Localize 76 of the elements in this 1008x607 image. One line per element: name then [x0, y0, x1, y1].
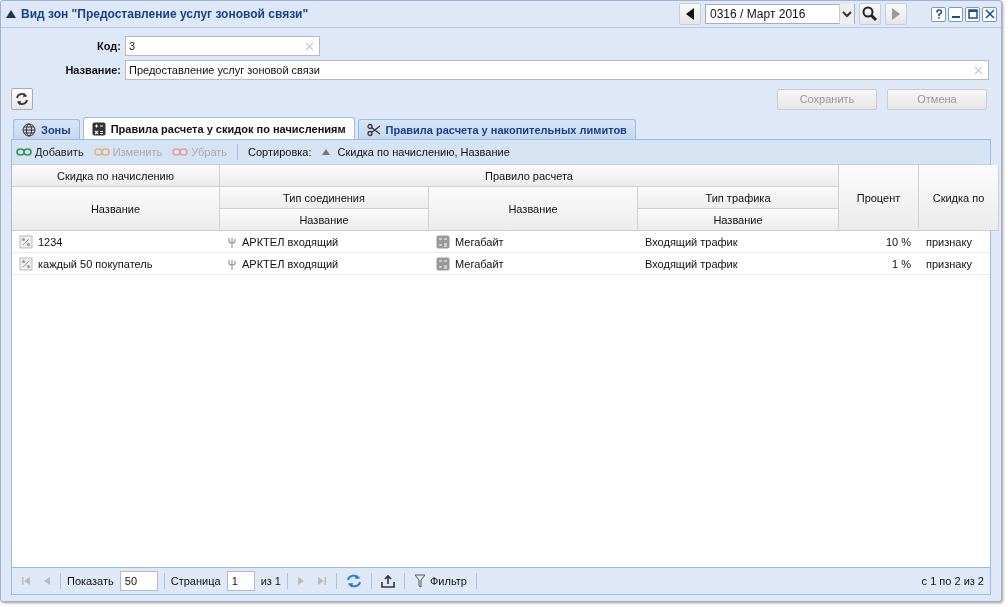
window-title: Вид зон "Предоставление услуг зоновой связи": [21, 7, 309, 21]
table-cell: каждый 50 покупатель: [12, 253, 220, 274]
column-header[interactable]: Название: [220, 209, 429, 231]
filter-icon: [414, 574, 426, 588]
filter-button[interactable]: Фильтр: [411, 571, 470, 591]
table-cell: 1234: [12, 231, 220, 252]
tab[interactable]: Правила расчета у скидок по начислениям: [82, 117, 355, 139]
globe-icon: [22, 122, 36, 137]
page-size-field[interactable]: 50: [119, 571, 158, 591]
record-count: с 1 по 2 из 2: [921, 575, 984, 587]
column-header[interactable]: Скидка по начислению: [12, 165, 220, 187]
table-cell-text: признаку: [925, 234, 973, 250]
maximize-button[interactable]: [965, 6, 980, 22]
sort-ascending-icon: [321, 149, 330, 155]
help-icon: [933, 9, 944, 19]
left-triangle-icon: [43, 576, 51, 586]
right-triangle-icon: [297, 576, 305, 586]
table-cell: АРКТЕЛ входящий: [220, 253, 429, 274]
link-icon: [172, 148, 189, 156]
name-label: Название:: [64, 64, 122, 76]
page-label: Страница: [170, 575, 221, 587]
calculator-icon: [436, 234, 450, 249]
upload-icon: [381, 574, 395, 588]
column-header[interactable]: Правило расчета: [220, 165, 839, 187]
table-cell-text: признаку: [925, 256, 973, 272]
table-cell: Мегабайт: [429, 253, 638, 274]
page-field[interactable]: 1: [226, 571, 255, 591]
calculator-icon: [91, 121, 106, 136]
tab[interactable]: Правила расчета у накопительных лимитов: [357, 119, 636, 139]
link-icon: [93, 148, 110, 156]
maximize-icon: [967, 9, 978, 19]
show-label: Показать: [67, 575, 114, 587]
sort-button[interactable]: Скидка по начислению, Название: [321, 146, 510, 158]
column-header[interactable]: Название: [638, 209, 839, 231]
table-cell-text: Входящий трафик: [644, 256, 739, 272]
column-header[interactable]: Тип соединения: [220, 187, 429, 209]
column-header[interactable]: Тип трафика: [638, 187, 839, 209]
search-button[interactable]: [859, 3, 881, 25]
name-field[interactable]: Предоставление услуг зоновой связи: [125, 60, 989, 80]
close-button[interactable]: [982, 6, 997, 22]
refresh-icon: [346, 574, 362, 588]
calculator-icon: [436, 256, 450, 271]
table-cell-text: 10 %: [884, 234, 912, 250]
column-header[interactable]: Процент: [839, 165, 919, 231]
refresh-icon: [15, 92, 29, 106]
scissors-icon: [366, 122, 381, 137]
minimize-icon: [951, 16, 960, 18]
last-page-icon: [317, 576, 327, 586]
page-count: из 1: [260, 575, 281, 587]
sort-label: Сортировка:: [248, 146, 312, 158]
table-cell-text: Входящий трафик: [644, 234, 739, 250]
code-label: Код:: [96, 40, 122, 52]
column-header[interactable]: Скидка по: [919, 165, 999, 231]
tab[interactable]: Зоны: [13, 119, 80, 139]
collapse-icon[interactable]: [5, 9, 17, 19]
previous-period-button[interactable]: [679, 3, 701, 25]
percent-icon: [19, 234, 33, 249]
period-dropdown[interactable]: 0316 / Март 2016: [705, 4, 855, 24]
column-header[interactable]: Название: [429, 187, 638, 231]
table-cell-text: 1 %: [891, 256, 912, 272]
first-page-icon: [21, 576, 31, 586]
dropdown-icon: [839, 4, 854, 24]
code-field[interactable]: 3: [125, 36, 320, 56]
close-icon: [984, 9, 995, 19]
minimize-button[interactable]: [948, 6, 963, 22]
search-icon: [862, 6, 878, 22]
percent-icon: [19, 256, 33, 271]
help-button[interactable]: [931, 6, 946, 22]
column-header[interactable]: Название: [12, 187, 220, 231]
right-triangle-icon: [891, 8, 901, 20]
toolbar-button[interactable]: Добавить: [16, 146, 84, 158]
table-cell: АРКТЕЛ входящий: [220, 231, 429, 252]
table-cell: Мегабайт: [429, 231, 638, 252]
left-triangle-icon: [685, 8, 695, 20]
link-icon: [16, 148, 32, 156]
refresh-button[interactable]: [11, 88, 33, 110]
